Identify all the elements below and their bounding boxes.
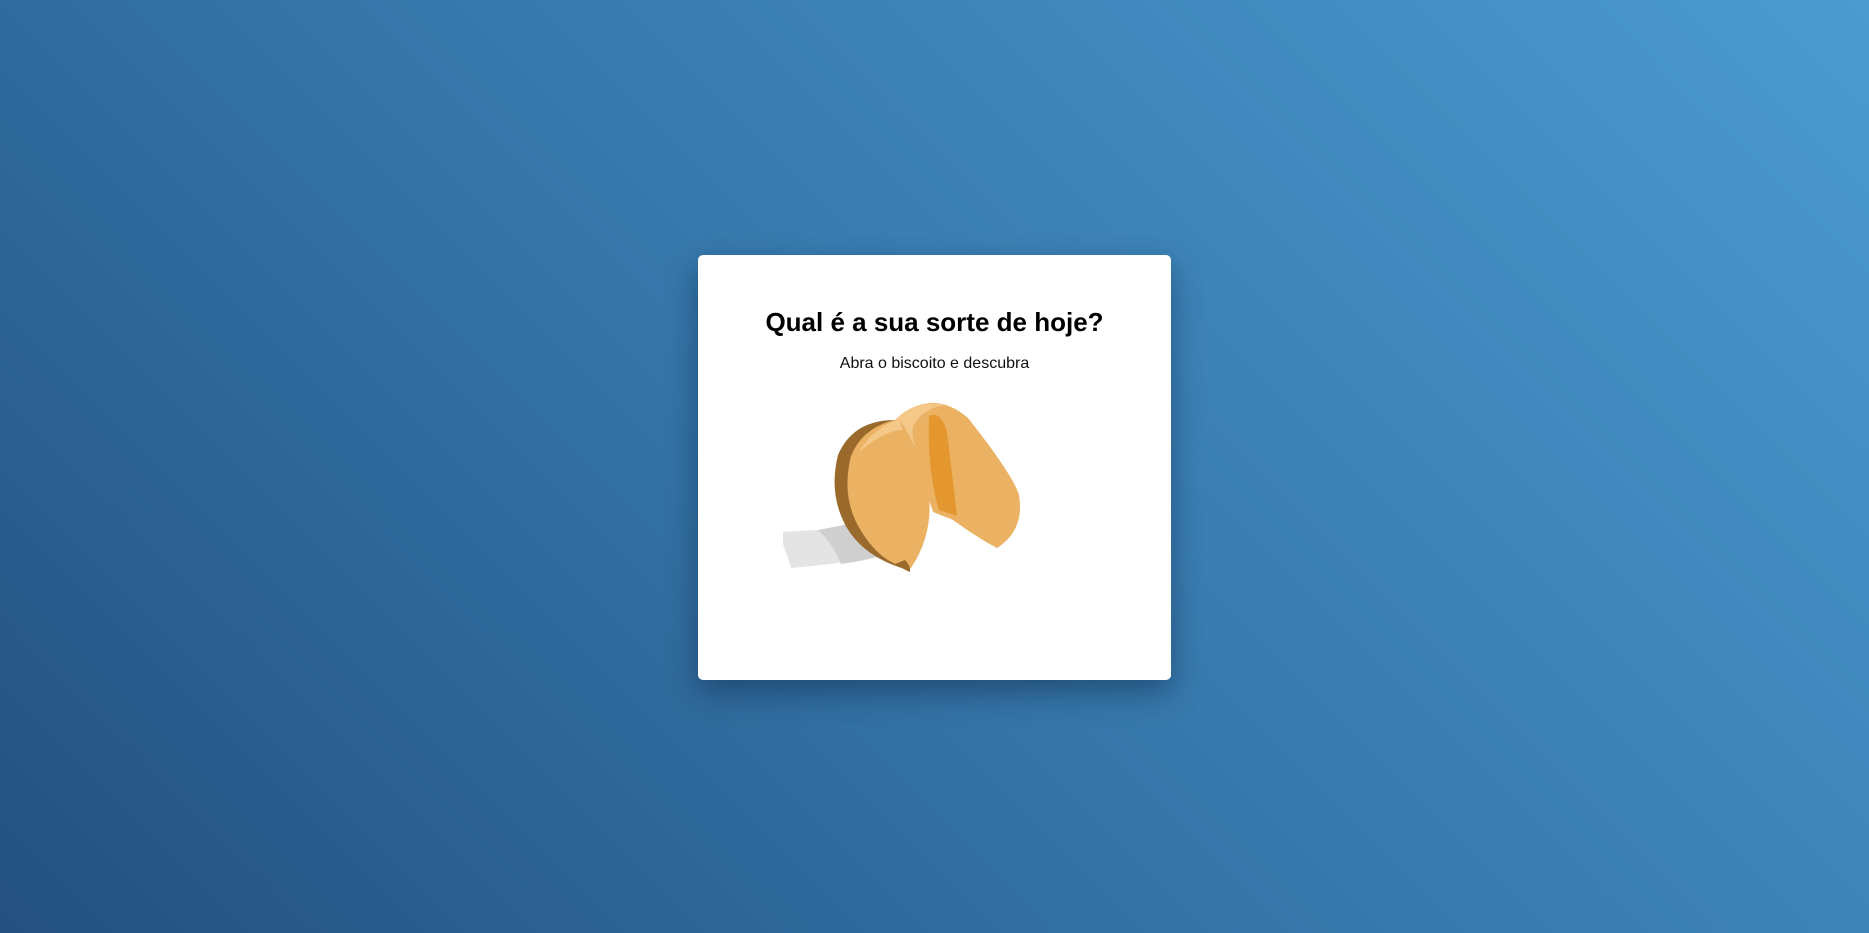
fortune-card: Qual é a sua sorte de hoje? Abra o bisco…	[698, 255, 1171, 680]
fortune-cookie-icon[interactable]	[783, 400, 1083, 625]
page-title: Qual é a sua sorte de hoje?	[765, 307, 1104, 337]
page-background: { "card": { "title": "Qual é a sua sorte…	[0, 0, 1869, 933]
page-subtitle: Abra o biscoito e descubra	[839, 355, 1030, 372]
